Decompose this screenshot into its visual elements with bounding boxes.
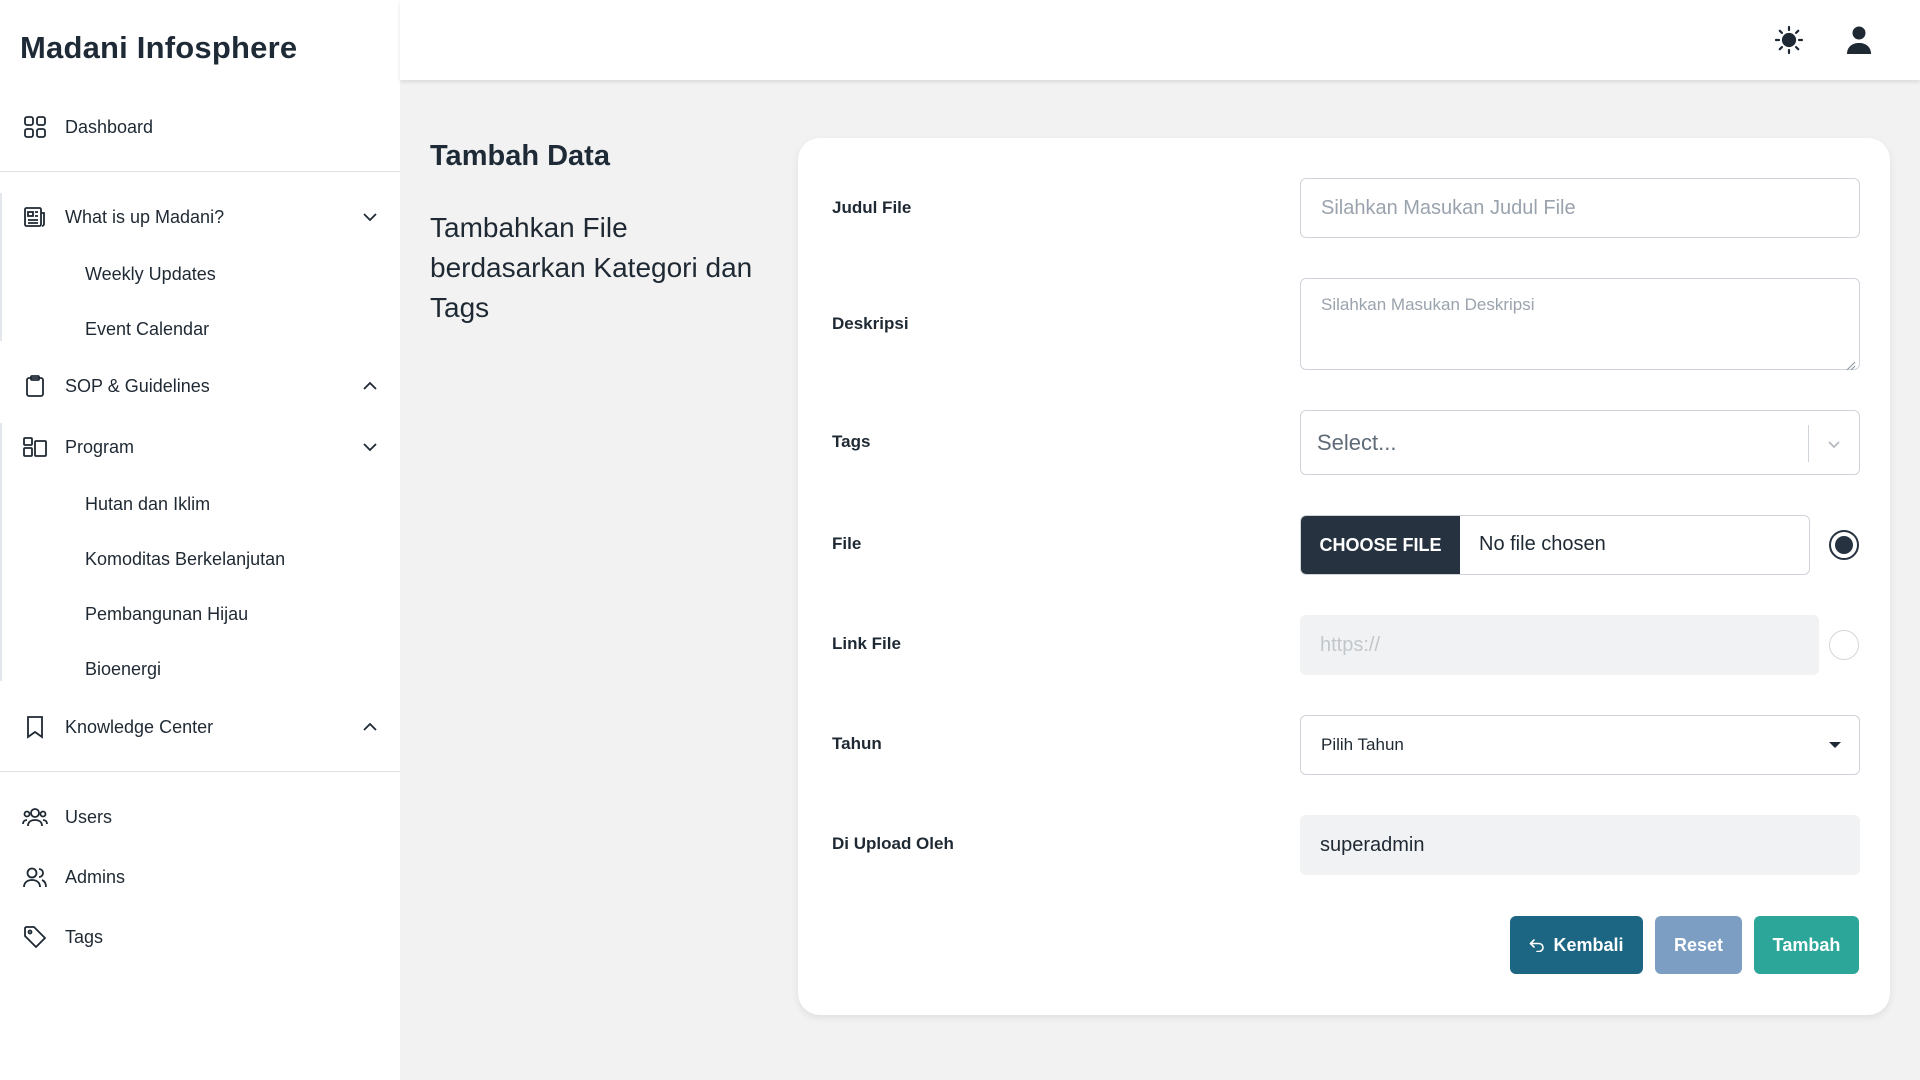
sidebar: Madani Infosphere Dashboard What is up M… [0,0,400,1080]
tags-label: Tags [832,432,871,451]
tahun-label: Tahun [832,734,882,753]
sidebar-item-dashboard[interactable]: Dashboard [0,103,400,151]
page-title: Tambah Data [430,140,610,172]
undo-icon [1529,938,1545,952]
file-label: File [832,534,862,553]
app-title: Madani Infosphere [20,30,298,65]
file-source-radio[interactable] [1829,530,1859,560]
sidebar-item-label: SOP & Guidelines [65,375,210,396]
sidebar-item-label: Event Calendar [85,318,210,339]
link-source-radio[interactable] [1829,630,1859,660]
deskripsi-placeholder: Silahkan Masukan Deskripsi [1321,295,1535,314]
sidebar-item-label: Pembangunan Hijau [85,603,249,624]
sidebar-item-tags[interactable]: Tags [0,913,400,961]
tahun-select[interactable]: Pilih Tahun [1300,715,1860,775]
sidebar-item-knowledge[interactable]: Knowledge Center [0,703,400,751]
add-button[interactable]: Tambah [1754,916,1859,974]
clipboard-icon [22,373,48,399]
sidebar-item-admins[interactable]: Admins [0,853,400,901]
sidebar-item-label: What is up Madani? [65,206,225,227]
deskripsi-label: Deskripsi [832,314,909,333]
sidebar-item-label: Users [65,806,113,827]
select-separator [1808,425,1809,462]
sidebar-item-sop[interactable]: SOP & Guidelines [0,362,400,410]
sidebar-item-event-calendar[interactable]: Event Calendar [0,307,400,351]
resize-handle-icon[interactable] [1846,356,1856,371]
tags-placeholder: Select... [1317,430,1397,455]
choose-file-button[interactable]: CHOOSE FILE [1301,516,1460,574]
sidebar-item-label: Weekly Updates [85,263,216,284]
sidebar-item-label: Hutan dan Iklim [85,493,211,514]
link-input[interactable]: https:// [1300,615,1819,675]
dashboard-icon [22,114,48,140]
layout-icon [22,434,48,460]
back-button[interactable]: Kembali [1510,916,1643,974]
user-icon[interactable] [1841,22,1877,58]
chevron-down-icon[interactable] [360,207,380,227]
upload-label: Di Upload Oleh [832,834,954,853]
file-input[interactable]: CHOOSE FILE No file chosen [1300,515,1810,575]
sidebar-item-whats-up[interactable]: What is up Madani? [0,193,400,241]
sidebar-item-label: Bioenergi [85,658,162,679]
admins-icon [22,864,48,890]
sidebar-item-program[interactable]: Program [0,423,400,471]
sidebar-item-label: Program [65,436,135,457]
divider [0,171,400,172]
sidebar-item-hutan[interactable]: Hutan dan Iklim [0,482,400,526]
chevron-down-icon[interactable] [1823,433,1845,455]
sidebar-item-bioenergi[interactable]: Bioenergi [0,647,400,691]
reset-button[interactable]: Reset [1655,916,1742,974]
caret-down-icon [1829,742,1841,748]
newspaper-icon [22,204,48,230]
radio-dot [1835,536,1853,554]
sidebar-item-label: Komoditas Berkelanjutan [85,548,286,569]
sun-icon[interactable] [1771,22,1807,58]
sidebar-item-pembangunan[interactable]: Pembangunan Hijau [0,592,400,636]
tag-icon [22,924,48,950]
back-button-label: Kembali [1553,934,1624,955]
chevron-up-icon[interactable] [360,376,380,396]
tahun-value: Pilih Tahun [1321,735,1404,754]
bookmark-icon [22,714,48,740]
chevron-up-icon[interactable] [360,717,380,737]
uploaded-by-field: superadmin [1300,815,1860,875]
judul-label: Judul File [832,198,912,217]
chevron-down-icon[interactable] [360,437,380,457]
link-label: Link File [832,634,901,653]
users-icon [22,804,48,830]
form-card [798,138,1890,1015]
sidebar-item-label: Dashboard [65,116,154,137]
sidebar-item-komoditas[interactable]: Komoditas Berkelanjutan [0,537,400,581]
file-status: No file chosen [1479,533,1606,555]
sidebar-item-label: Tags [65,926,104,947]
sidebar-item-weekly-updates[interactable]: Weekly Updates [0,252,400,296]
page-description: Tambahkan File berdasarkan Kategori dan … [430,212,753,323]
deskripsi-textarea[interactable]: Silahkan Masukan Deskripsi [1300,278,1860,371]
topbar [400,0,1920,80]
sidebar-item-label: Admins [65,866,126,887]
sidebar-item-label: Knowledge Center [65,716,214,737]
divider [0,771,400,772]
sidebar-item-users[interactable]: Users [0,793,400,841]
tags-select[interactable]: Select... [1300,410,1860,475]
judul-input[interactable]: Silahkan Masukan Judul File [1300,178,1860,238]
